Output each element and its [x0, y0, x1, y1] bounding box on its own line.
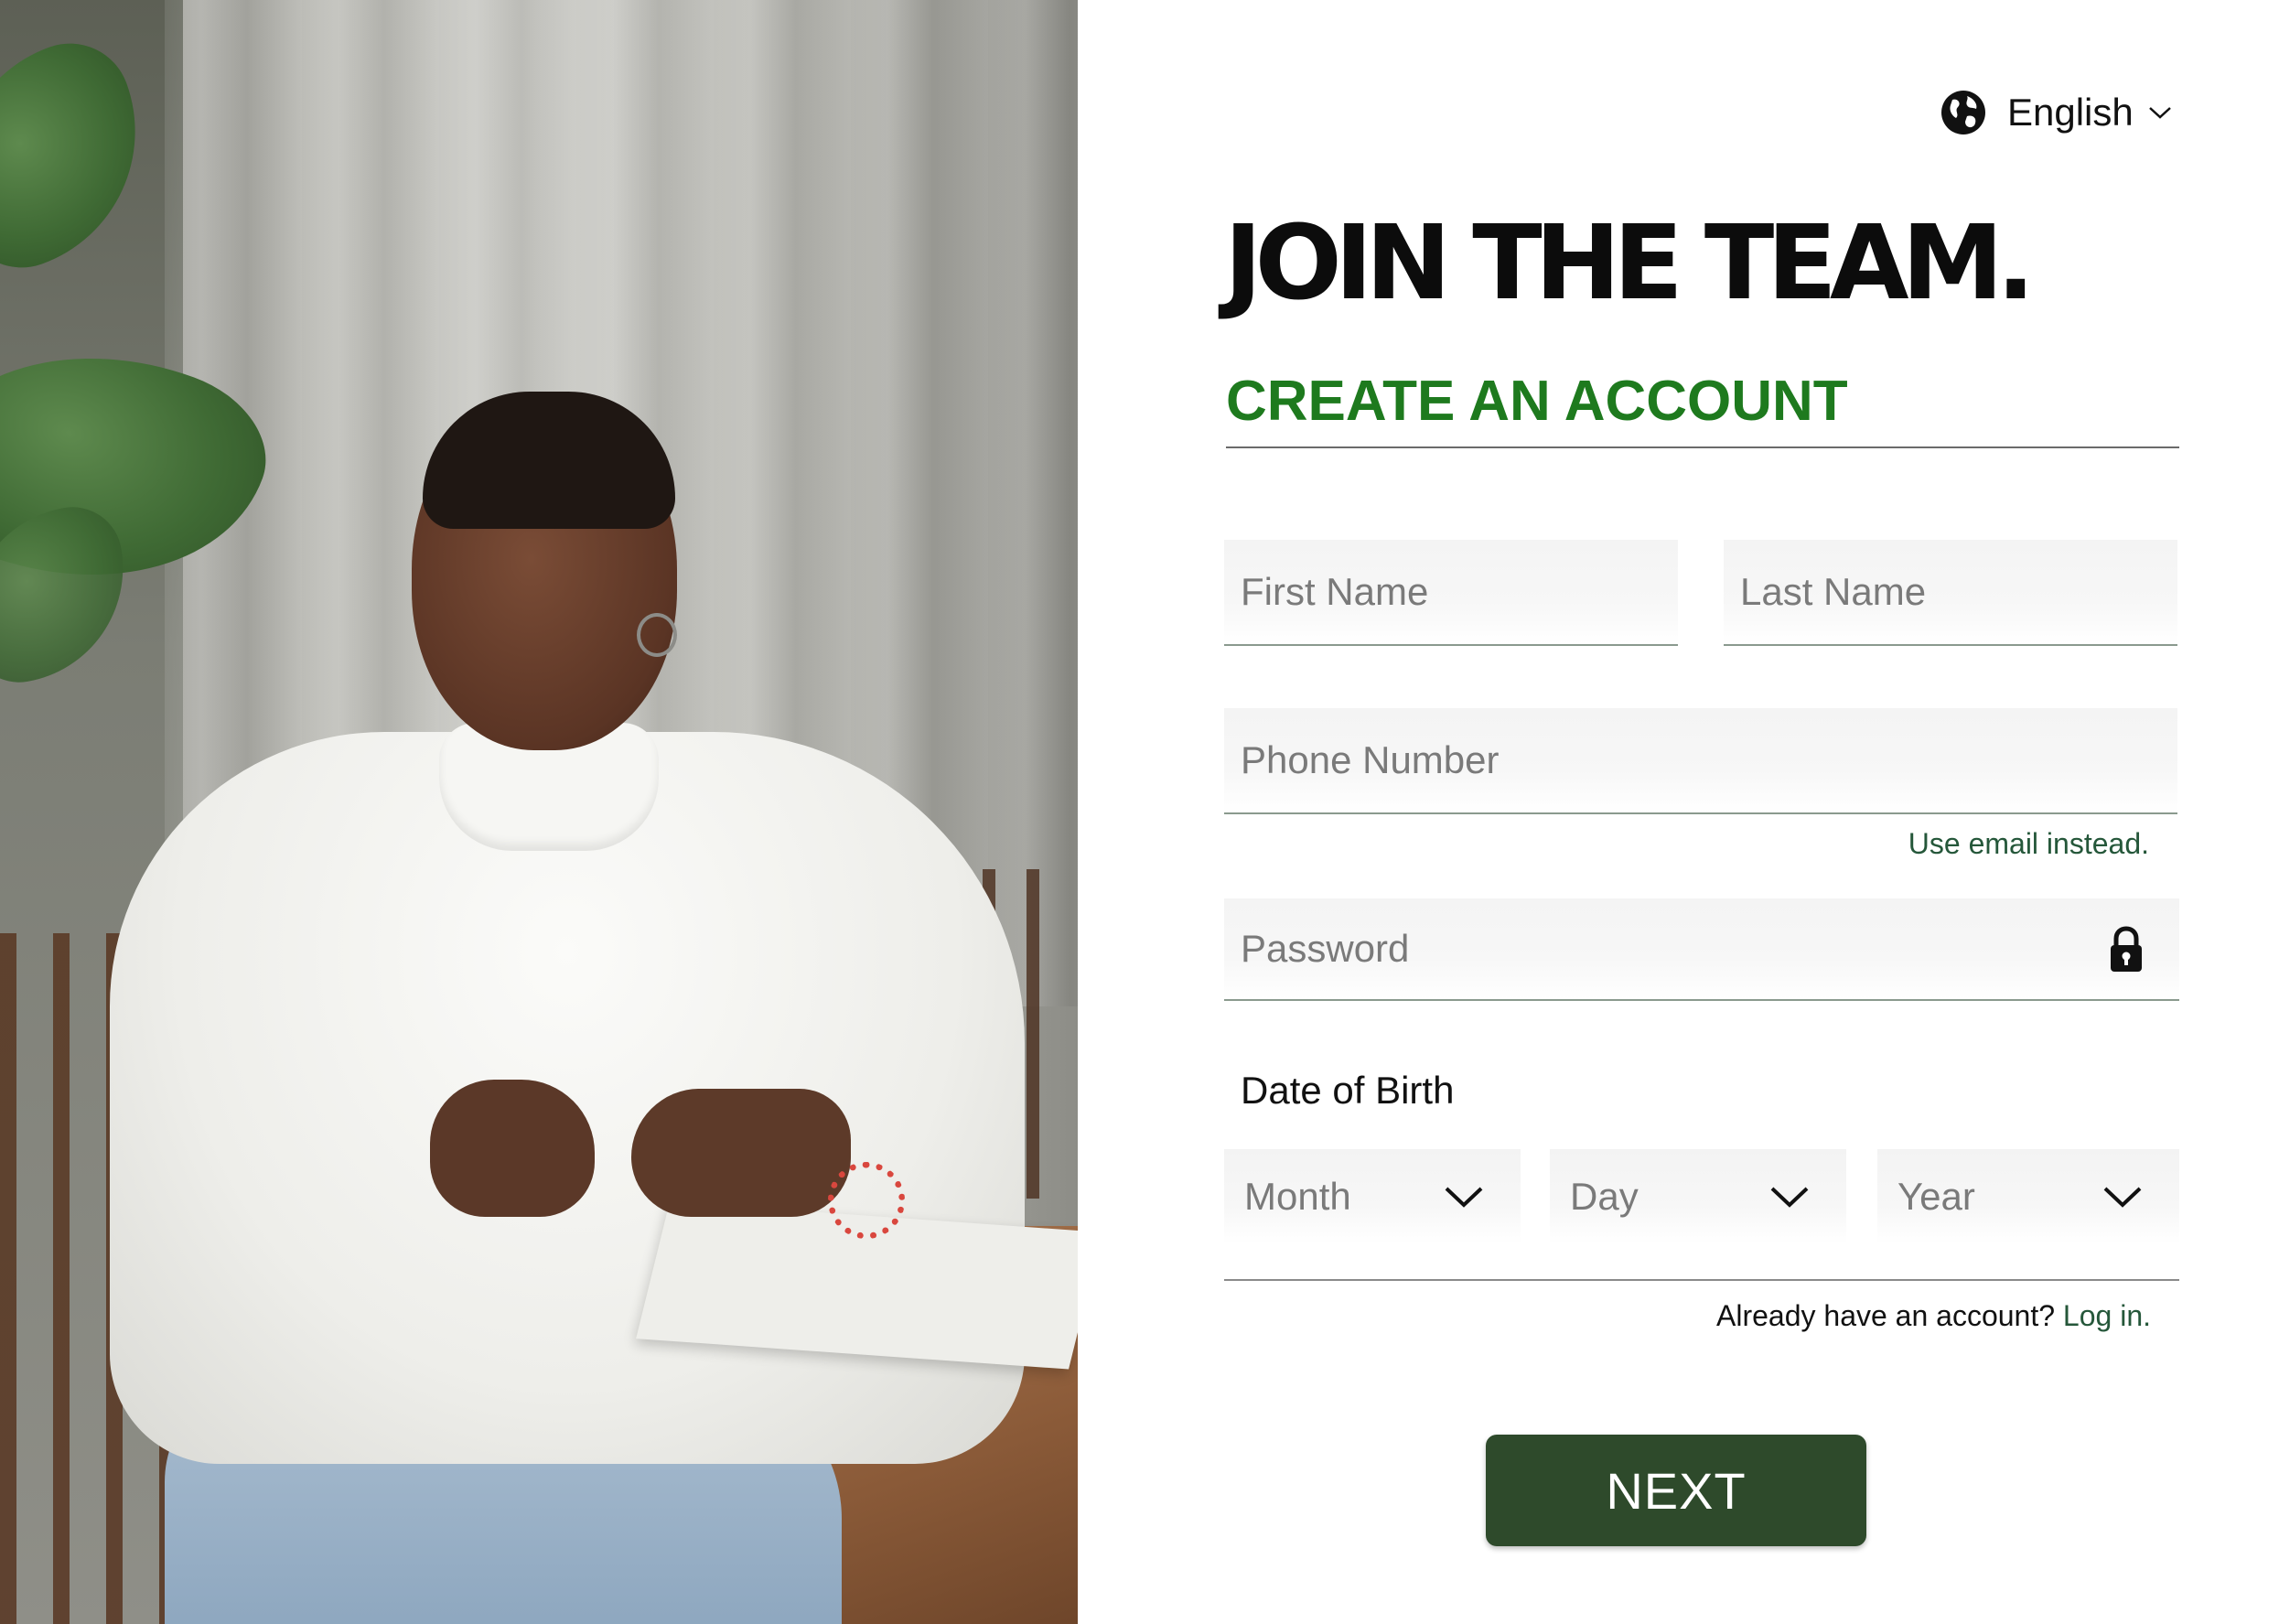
page-subtitle: CREATE AN ACCOUNT	[1226, 370, 1848, 433]
login-prompt-text: Already have an account?	[1716, 1299, 2063, 1332]
globe-icon	[1941, 91, 1985, 134]
chevron-down-icon	[1445, 1187, 1483, 1208]
signup-page: English JOIN THE TEAM. CREATE AN ACCOUNT…	[0, 0, 2279, 1624]
language-label: English	[2007, 91, 2134, 134]
lock-icon[interactable]	[2108, 926, 2145, 973]
chevron-down-icon	[2103, 1187, 2142, 1208]
last-name-input[interactable]	[1724, 540, 2177, 644]
password-field	[1224, 898, 2179, 1001]
language-selector[interactable]: English	[1940, 84, 2172, 141]
dob-label: Date of Birth	[1241, 1069, 1455, 1112]
phone-field	[1224, 708, 2177, 814]
page-title: JOIN THE TEAM.	[1224, 204, 2035, 323]
chevron-down-icon	[1770, 1187, 1809, 1208]
hero-photo	[0, 0, 1078, 1624]
dob-divider	[1224, 1279, 2179, 1281]
chevron-down-icon	[2148, 107, 2171, 119]
use-email-link[interactable]: Use email instead.	[1908, 827, 2149, 861]
month-select[interactable]: Month	[1224, 1149, 1521, 1244]
day-select[interactable]: Day	[1550, 1149, 1846, 1244]
year-select[interactable]: Year	[1877, 1149, 2179, 1244]
day-select-label: Day	[1570, 1175, 1639, 1218]
title-divider	[1226, 446, 2179, 448]
first-name-field	[1224, 540, 1678, 646]
password-input[interactable]	[1224, 898, 2088, 999]
year-select-label: Year	[1897, 1175, 1975, 1218]
next-button[interactable]: NEXT	[1486, 1435, 1866, 1546]
phone-input[interactable]	[1224, 708, 2177, 812]
login-prompt: Already have an account? Log in.	[1716, 1299, 2151, 1333]
first-name-input[interactable]	[1224, 540, 1678, 644]
last-name-field	[1724, 540, 2177, 646]
login-link[interactable]: Log in.	[2063, 1299, 2151, 1332]
month-select-label: Month	[1244, 1175, 1351, 1218]
